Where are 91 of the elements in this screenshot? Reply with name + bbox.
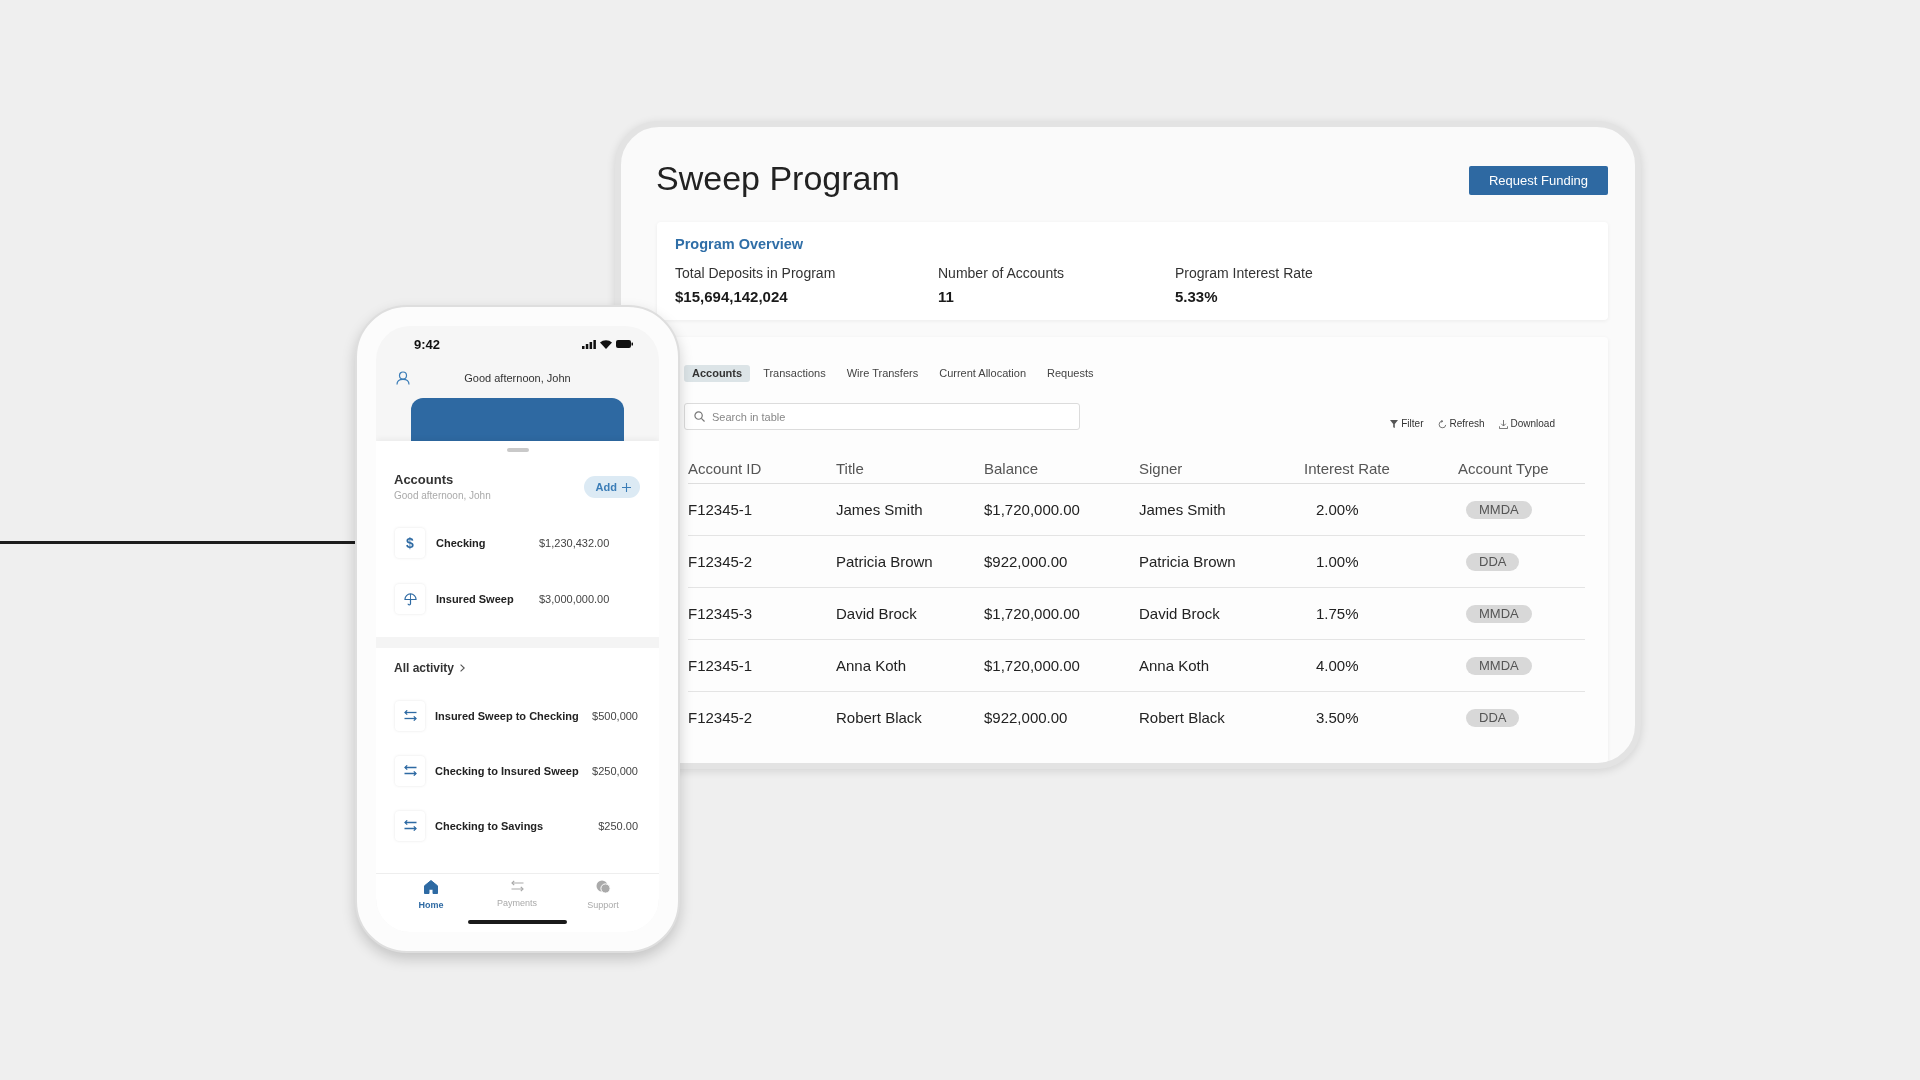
table-cell-text: F12345-3 [688, 605, 754, 622]
page-title: Sweep Program [656, 158, 900, 198]
wifi-icon [600, 339, 612, 349]
table-cell-text: James Smith [1139, 501, 1227, 518]
table-cell-text: 1.75% [1315, 605, 1360, 622]
refresh-icon [1437, 419, 1447, 429]
activity-amount: $250,000 [592, 764, 638, 777]
table-cell-text: James Smith [836, 501, 924, 518]
table-cell-text: F12345-2 [688, 709, 754, 726]
table-cell-text: F12345-1 [688, 657, 754, 674]
transfer-arrows-icon [395, 810, 425, 841]
request-funding-button[interactable]: Request Funding [1469, 165, 1608, 195]
table-cell-text: $1,720,000.00 [984, 501, 1081, 518]
account-name: Insured Sweep [436, 593, 515, 605]
section-heading: Program Overview [675, 235, 805, 253]
column-header: Signer [1139, 459, 1184, 477]
tab[interactable]: Accounts [684, 365, 751, 382]
column-header: Title [836, 459, 865, 477]
battery-icon [616, 340, 633, 348]
account-type-badge: MMDA [1466, 605, 1532, 623]
transfer-arrows-icon [395, 755, 425, 786]
tab[interactable]: Current Allocation [931, 365, 1035, 382]
section-subtitle: Good afternoon, John [394, 489, 491, 502]
table-cell-text: David Brock [1139, 605, 1221, 622]
greeting-text: Good afternoon, John [464, 372, 571, 384]
plus-icon [622, 482, 631, 492]
column-header: Interest Rate [1304, 459, 1391, 477]
chat-bubbles-icon [595, 880, 611, 894]
user-icon[interactable] [396, 371, 410, 385]
table-cell-text: $1,720,000.00 [984, 657, 1081, 674]
home-icon [424, 880, 438, 894]
activity-amount: $500,000 [592, 709, 638, 722]
activity-name: Insured Sweep to Checking [435, 709, 579, 722]
stat-label: Number of Accounts [938, 264, 1066, 282]
stat-label: Total Deposits in Program [675, 264, 837, 282]
column-header: Account ID [688, 459, 763, 477]
table-cell-text: Patricia Brown [1139, 553, 1237, 570]
section-heading: Accounts [394, 472, 455, 488]
download-icon [1498, 419, 1508, 429]
account-type-badge: MMDA [1466, 501, 1532, 519]
stat-label: Program Interest Rate [1175, 264, 1313, 282]
table-cell-text: 1.00% [1315, 553, 1360, 570]
activity-amount: $250.00 [598, 819, 638, 832]
table-cell-text: $1,720,000.00 [984, 605, 1081, 622]
column-header: Balance [984, 459, 1040, 477]
activity-name: Checking to Insured Sweep [435, 764, 579, 777]
stat-value: $15,694,142,024 [675, 288, 789, 306]
table-cell-text: Robert Black [836, 709, 923, 726]
table-cell-text: $922,000.00 [984, 553, 1069, 570]
account-balance: $1,230,432.00 [539, 537, 610, 549]
table-cell-text: Robert Black [1139, 709, 1226, 726]
table-cell-text: 3.50% [1315, 709, 1360, 726]
account-type-badge: DDA [1466, 709, 1520, 727]
status-time: 9:42 [414, 336, 441, 352]
table-cell-text: 4.00% [1315, 657, 1360, 674]
nav-tab[interactable]: Home [388, 874, 474, 911]
table-cell-text: F12345-1 [688, 501, 754, 518]
transfer-arrows-icon [395, 700, 425, 731]
stat-value: 5.33% [1175, 288, 1219, 306]
tab[interactable]: Wire Transfers [838, 365, 927, 382]
table-cell-text: Anna Koth [836, 657, 908, 674]
search-icon [694, 411, 705, 422]
account-card[interactable] [411, 398, 624, 441]
dollar-icon: $ [395, 528, 425, 558]
add-button[interactable]: Add [583, 476, 640, 498]
tab[interactable]: Transactions [755, 365, 834, 382]
account-type-badge: DDA [1466, 553, 1520, 571]
chevron-icon [460, 664, 466, 672]
account-type-badge: MMDA [1466, 657, 1532, 675]
stat-value: 11 [938, 288, 955, 306]
tab[interactable]: Requests [1039, 365, 1102, 382]
all-activity-link[interactable]: All activity [394, 659, 466, 677]
column-header: Account Type [1458, 459, 1550, 477]
download-button[interactable]: Download [1498, 418, 1555, 430]
account-balance: $3,000,000.00 [539, 593, 610, 605]
filter-button[interactable]: Filter [1390, 418, 1424, 430]
activity-name: Checking to Savings [435, 819, 544, 832]
search-field[interactable]: Search in table [684, 403, 1080, 430]
table-cell-text: F12345-2 [688, 553, 754, 570]
sheet-handle[interactable] [506, 448, 529, 452]
table-cell-text: Anna Koth [1139, 657, 1211, 674]
signal-icon [582, 339, 596, 349]
filter-icon [1390, 420, 1399, 428]
table-cell-text: Patricia Brown [836, 553, 934, 570]
umbrella-icon [395, 584, 425, 614]
table-cell-text: 2.00% [1315, 501, 1360, 518]
account-name: Checking [436, 537, 487, 549]
table-cell-text: $922,000.00 [984, 709, 1069, 726]
table-cell-text: David Brock [836, 605, 918, 622]
refresh-button[interactable]: Refresh [1437, 418, 1485, 430]
transfer-arrows-icon [510, 880, 524, 892]
